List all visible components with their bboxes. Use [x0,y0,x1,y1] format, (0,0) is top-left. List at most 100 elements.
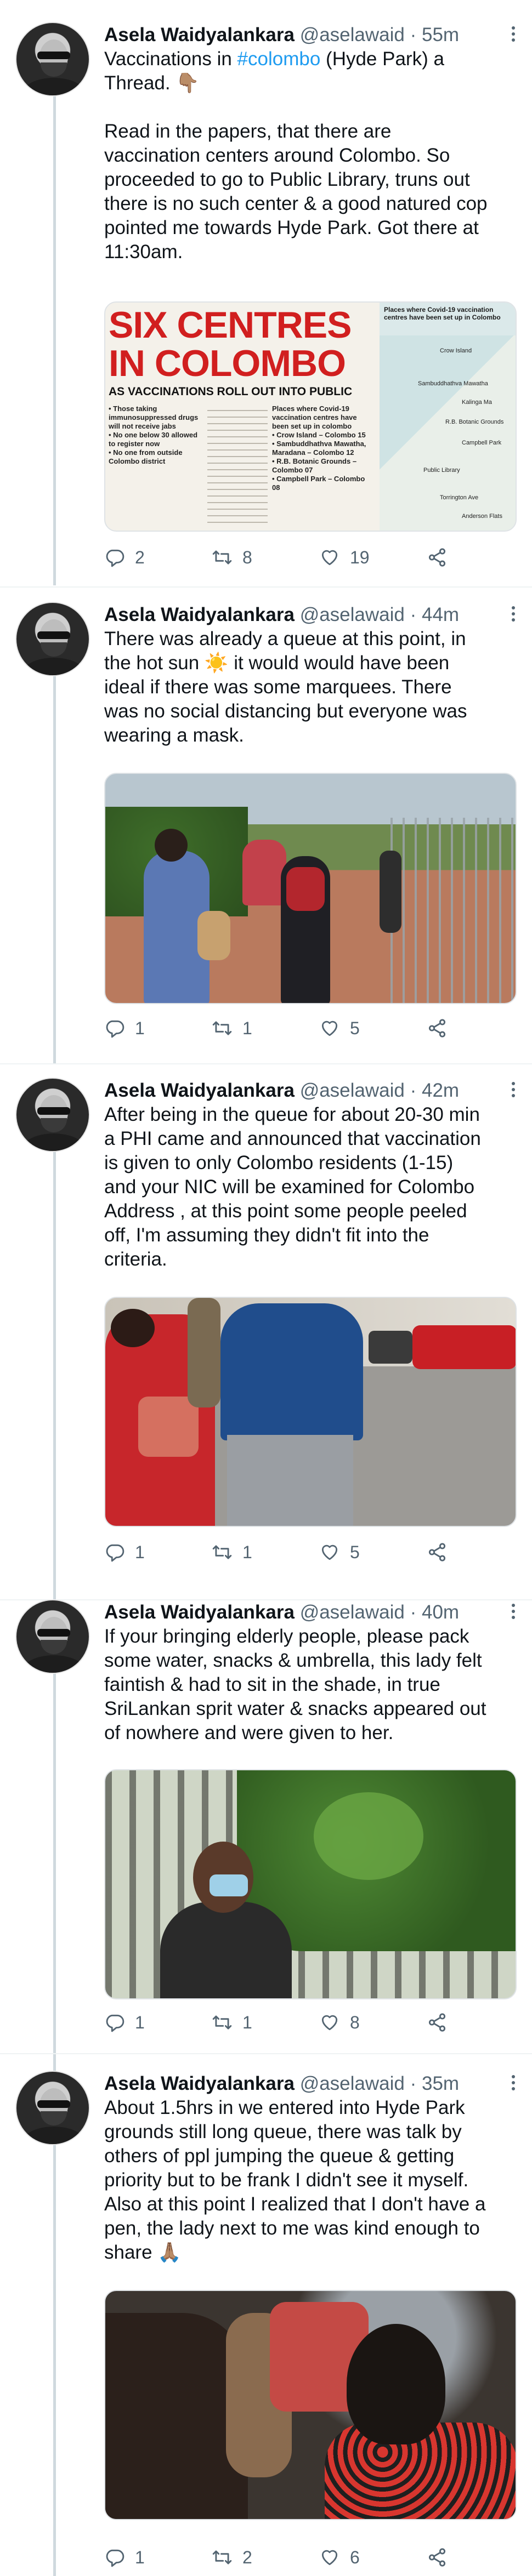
retweet-icon [212,1542,233,1563]
like-button[interactable]: 5 [319,1540,360,1564]
display-name[interactable]: Asela Waidyalankara [104,604,295,625]
reply-button[interactable]: 1 [104,1540,145,1564]
timestamp[interactable]: 42m [422,1080,459,1101]
tweet-header: Asela Waidyalankara @aselawaid · 55m [104,23,459,47]
heart-icon [319,547,340,568]
retweet-button[interactable]: 2 [212,2545,252,2569]
share-icon [427,547,448,568]
tweet-text-segment: Vaccinations in [104,48,237,70]
share-button[interactable] [427,2010,448,2034]
display-name[interactable]: Asela Waidyalankara [104,2073,295,2094]
display-name[interactable]: Asela Waidyalankara [104,1080,295,1101]
reply-icon [104,547,125,568]
retweet-button[interactable]: 1 [212,1540,252,1564]
retweet-button[interactable]: 1 [212,2010,252,2034]
like-button[interactable]: 6 [319,2545,360,2569]
more-options-icon[interactable] [509,602,518,626]
share-button[interactable] [427,545,448,569]
user-handle[interactable]: @aselawaid [300,24,405,45]
timestamp[interactable]: 40m [422,1602,459,1623]
separator-dot: · [410,2073,417,2094]
tweet[interactable]: Asela Waidyalankara @aselawaid · 40m If … [0,1599,532,2049]
display-name[interactable]: Asela Waidyalankara [104,1602,295,1623]
retweet-button[interactable]: 8 [212,545,252,569]
more-options-icon[interactable] [509,1078,518,1102]
reply-button[interactable]: 1 [104,1016,145,1040]
reply-count: 1 [135,1018,145,1038]
reply-icon [104,1542,125,1563]
tweet[interactable]: Asela Waidyalankara @aselawaid · 35m Abo… [0,2071,532,2569]
share-button[interactable] [427,1540,448,1564]
avatar[interactable] [15,1599,90,1674]
share-button[interactable] [427,1016,448,1040]
avatar[interactable] [15,2071,90,2145]
avatar[interactable] [15,22,90,96]
tweet-media-newspaper[interactable]: SIX CENTRES IN COLOMBO AS VACCINATIONS R… [104,301,517,532]
tweet-divider [0,2053,532,2054]
timestamp[interactable]: 55m [422,24,459,45]
tweet-media-photo-lady[interactable] [104,1769,517,1999]
tweet-actions: 1 1 5 [104,1016,510,1040]
like-count: 6 [350,2547,360,2567]
like-count: 5 [350,1018,360,1038]
tweet[interactable]: Asela Waidyalankara @aselawaid · 42m Aft… [0,1078,532,1593]
timestamp[interactable]: 35m [422,2073,459,2094]
newspaper-map: Places where Covid-19 vaccination centre… [380,303,516,531]
more-options-icon[interactable] [509,22,518,46]
separator-dot: · [410,1080,417,1101]
tweet-actions: 1 1 5 [104,1540,510,1564]
like-button[interactable]: 5 [319,1016,360,1040]
user-handle[interactable]: @aselawaid [300,2073,405,2094]
separator-dot: · [410,604,417,625]
tweet-text: After being in the queue for about 20-30… [104,1104,481,1270]
reply-button[interactable]: 2 [104,545,145,569]
more-options-icon[interactable] [509,2071,518,2095]
heart-icon [319,2547,340,2568]
like-count: 5 [350,1542,360,1562]
tweet-text-segment: (Hyde Park) a Thread. 👇🏽 Read in the pap… [104,48,488,263]
tweet[interactable]: Asela Waidyalankara @aselawaid · 44m The… [0,602,532,1062]
map-label: Campbell Park [462,440,502,446]
map-label: Torrington Ave [440,494,479,501]
reply-count: 1 [135,2012,145,2032]
tweet-header: Asela Waidyalankara @aselawaid · 40m [104,1600,459,1625]
reply-icon [104,2547,125,2568]
hashtag-link[interactable]: #colombo [237,48,321,70]
avatar[interactable] [15,1078,90,1152]
timestamp[interactable]: 44m [422,604,459,625]
newspaper-headline: SIX CENTRES IN COLOMBO [109,306,366,383]
tweet-text: Vaccinations in #colombo (Hyde Park) a T… [104,47,510,264]
like-button[interactable]: 19 [319,545,370,569]
separator-dot: · [410,1602,417,1623]
reply-count: 1 [135,1542,145,1562]
newspaper-column-1: • Those taking immunosuppressed drugs wi… [109,404,199,465]
tweet-media-photo-pen[interactable] [104,2290,517,2520]
like-count: 19 [350,547,370,567]
tweet-text: If your bringing elderly people, please … [104,1626,486,1743]
retweet-icon [212,2012,233,2033]
map-label: Sambuddhathva Mawatha [418,380,488,387]
user-handle[interactable]: @aselawaid [300,1080,405,1101]
more-options-icon[interactable] [509,1599,518,1623]
newspaper-subhead: AS VACCINATIONS ROLL OUT INTO PUBLIC [109,385,353,398]
display-name[interactable]: Asela Waidyalankara [104,24,295,45]
tweet-text: There was already a queue at this point,… [104,628,467,746]
reply-button[interactable]: 1 [104,2545,145,2569]
avatar[interactable] [15,602,90,676]
share-icon [427,1018,448,1039]
reply-icon [104,1018,125,1039]
user-handle[interactable]: @aselawaid [300,1602,405,1623]
user-handle[interactable]: @aselawaid [300,604,405,625]
map-label: Crow Island [440,347,472,354]
tweet[interactable]: Asela Waidyalankara @aselawaid · 55m Vac… [0,22,532,581]
share-button[interactable] [427,2545,448,2569]
map-label: Public Library [423,467,460,474]
tweet-divider [0,1063,532,1064]
newspaper-headline-line2: IN COLOMBO [109,343,346,384]
like-button[interactable]: 8 [319,2010,360,2034]
retweet-button[interactable]: 1 [212,1016,252,1040]
tweet-header: Asela Waidyalankara @aselawaid · 44m [104,603,459,627]
tweet-media-photo-phi[interactable] [104,1297,517,1527]
reply-button[interactable]: 1 [104,2010,145,2034]
tweet-media-photo-queue[interactable] [104,773,517,1004]
